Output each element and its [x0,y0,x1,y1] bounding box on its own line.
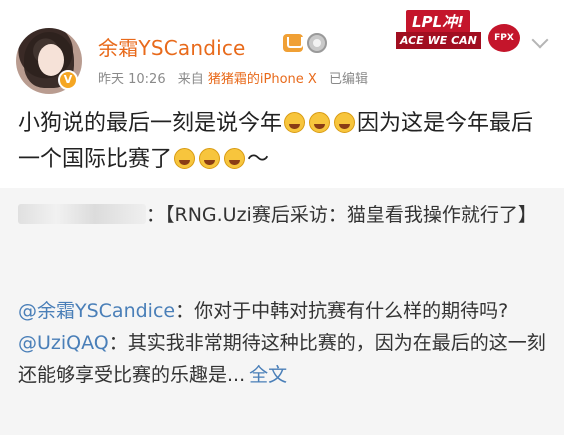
lpl-badge-top: LPL冲! [406,10,470,33]
post-meta: 昨天 10:26 来自 猪猪霜的iPhone X 已编辑 [98,68,368,87]
full-text-link[interactable]: 全文 [249,364,287,386]
post-text: 小狗说的最后一刻是说今年 因为这是今年最后一个国际比赛了～ [18,106,550,178]
crown-icon[interactable] [283,34,303,52]
avatar-face [38,44,64,76]
lpl-badge[interactable]: LPL冲! ACE WE CAN FPX [396,10,524,58]
chevron-down-icon[interactable] [531,31,549,49]
laugh-cry-emoji-icon [334,112,356,133]
repost-title-text: ：【RNG.Uzi赛后采访：猫皇看我操作就行了】 [146,204,537,226]
question-text: ：你对于中韩对抗赛有什么样的期待吗? [175,300,509,322]
post-from-label: 来自 [177,72,204,87]
repost-question: @余霜YSCandice：你对于中韩对抗赛有什么样的期待吗? [18,295,546,327]
username[interactable]: 余霜YSCandice [98,32,246,61]
fpx-logo: FPX [488,24,520,52]
post-edited-label: 已编辑 [328,72,368,87]
post-text-part1: 小狗说的最后一刻是说今年 [18,111,283,136]
repost-qa: @余霜YSCandice：你对于中韩对抗赛有什么样的期待吗? @UziQAQ：其… [18,295,546,391]
medal-icon[interactable] [307,33,327,53]
laugh-cry-emoji-icon [284,112,306,133]
post-text-part3: ～ [247,147,270,172]
repost-title: ：【RNG.Uzi赛后采访：猫皇看我操作就行了】 [18,199,546,231]
lpl-badge-bottom: ACE WE CAN [396,32,481,49]
laugh-cry-emoji-icon [199,148,221,169]
repost-answer: @UziQAQ：其实我非常期待这种比赛的，因为在最后的这一刻还能够享受比赛的乐趣… [18,327,546,391]
repost-box[interactable]: ：【RNG.Uzi赛后采访：猫皇看我操作就行了】 @余霜YSCandice：你对… [0,188,564,435]
verified-icon: V [58,70,78,90]
post-source-link[interactable]: 猪猪霜的iPhone X [208,72,317,87]
laugh-cry-emoji-icon [309,112,331,133]
post-time: 昨天 10:26 [98,72,166,87]
question-mention[interactable]: @余霜YSCandice [18,300,175,322]
blurred-author [18,204,146,224]
answer-mention[interactable]: @UziQAQ [18,332,109,354]
laugh-cry-emoji-icon [174,148,196,169]
post-header: V 余霜YSCandice 昨天 10:26 来自 猪猪霜的iPhone X 已… [0,0,564,94]
laugh-cry-emoji-icon [224,148,246,169]
